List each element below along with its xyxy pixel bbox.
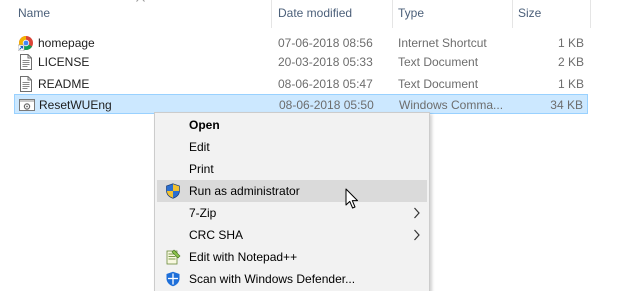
file-size: 1 KB: [557, 77, 584, 91]
text-document-icon: [20, 54, 32, 70]
file-date: 07-06-2018 08:56: [278, 36, 373, 50]
mouse-pointer-icon: [345, 188, 358, 209]
windows-defender-icon: [166, 271, 180, 287]
file-size: 2 KB: [557, 55, 584, 69]
menu-item-7zip[interactable]: 7-Zip: [157, 202, 427, 224]
chrome-shortcut-icon: [18, 36, 33, 51]
file-name: ResetWUEng: [39, 98, 112, 112]
submenu-arrow-icon: [414, 229, 420, 241]
menu-item-label: Print: [189, 162, 214, 176]
column-header: Name Date modified Type Size: [0, 0, 643, 28]
column-date-header[interactable]: Date modified: [272, 0, 392, 28]
menu-item-run-as-administrator[interactable]: Run as administrator: [157, 180, 427, 202]
menu-item-label: Open: [189, 118, 220, 132]
file-size: 34 KB: [550, 98, 583, 112]
batch-file-icon: [19, 99, 35, 111]
column-separator[interactable]: [590, 0, 591, 28]
file-row-selected[interactable]: ResetWUEng 08-06-2018 05:50 Windows Comm…: [14, 94, 588, 114]
column-type-header[interactable]: Type: [392, 0, 512, 28]
menu-item-edit-with-notepad-plus-plus[interactable]: Edit with Notepad++: [157, 246, 427, 268]
sort-ascending-icon: [136, 0, 145, 2]
file-row[interactable]: homepage 07-06-2018 08:56 Internet Short…: [14, 33, 588, 53]
menu-item-label: 7-Zip: [189, 206, 217, 220]
file-date: 08-06-2018 05:47: [278, 77, 373, 91]
file-name: LICENSE: [38, 55, 90, 69]
menu-item-crc-sha[interactable]: CRC SHA: [157, 224, 427, 246]
uac-shield-icon: [166, 183, 180, 199]
file-date: 20-03-2018 05:33: [278, 55, 373, 69]
menu-item-label: Scan with Windows Defender...: [189, 272, 356, 286]
text-document-icon: [20, 76, 32, 92]
menu-item-label: CRC SHA: [189, 228, 244, 242]
column-size-header[interactable]: Size: [512, 0, 590, 28]
menu-item-label: Run as administrator: [189, 184, 300, 198]
file-type: Text Document: [398, 55, 479, 69]
file-name: README: [38, 77, 90, 91]
menu-item-scan-with-windows-defender[interactable]: Scan with Windows Defender...: [157, 268, 427, 290]
file-row[interactable]: README 08-06-2018 05:47 Text Document 1 …: [14, 74, 588, 94]
menu-item-label: Edit: [189, 140, 210, 154]
menu-item-edit[interactable]: Edit: [157, 136, 427, 158]
column-name-header[interactable]: Name: [12, 0, 272, 28]
menu-item-print[interactable]: Print: [157, 158, 427, 180]
file-type: Internet Shortcut: [398, 36, 487, 50]
submenu-arrow-icon: [414, 207, 420, 219]
file-row[interactable]: LICENSE 20-03-2018 05:33 Text Document 2…: [14, 52, 588, 72]
file-name: homepage: [38, 36, 95, 50]
menu-item-open[interactable]: Open: [157, 114, 427, 136]
file-type: Text Document: [398, 77, 479, 91]
menu-item-label: Edit with Notepad++: [189, 250, 298, 264]
context-menu: Open Edit Print Run as administrator 7-Z…: [154, 112, 430, 291]
notepad-plus-plus-icon: [166, 249, 181, 265]
file-size: 1 KB: [557, 36, 584, 50]
